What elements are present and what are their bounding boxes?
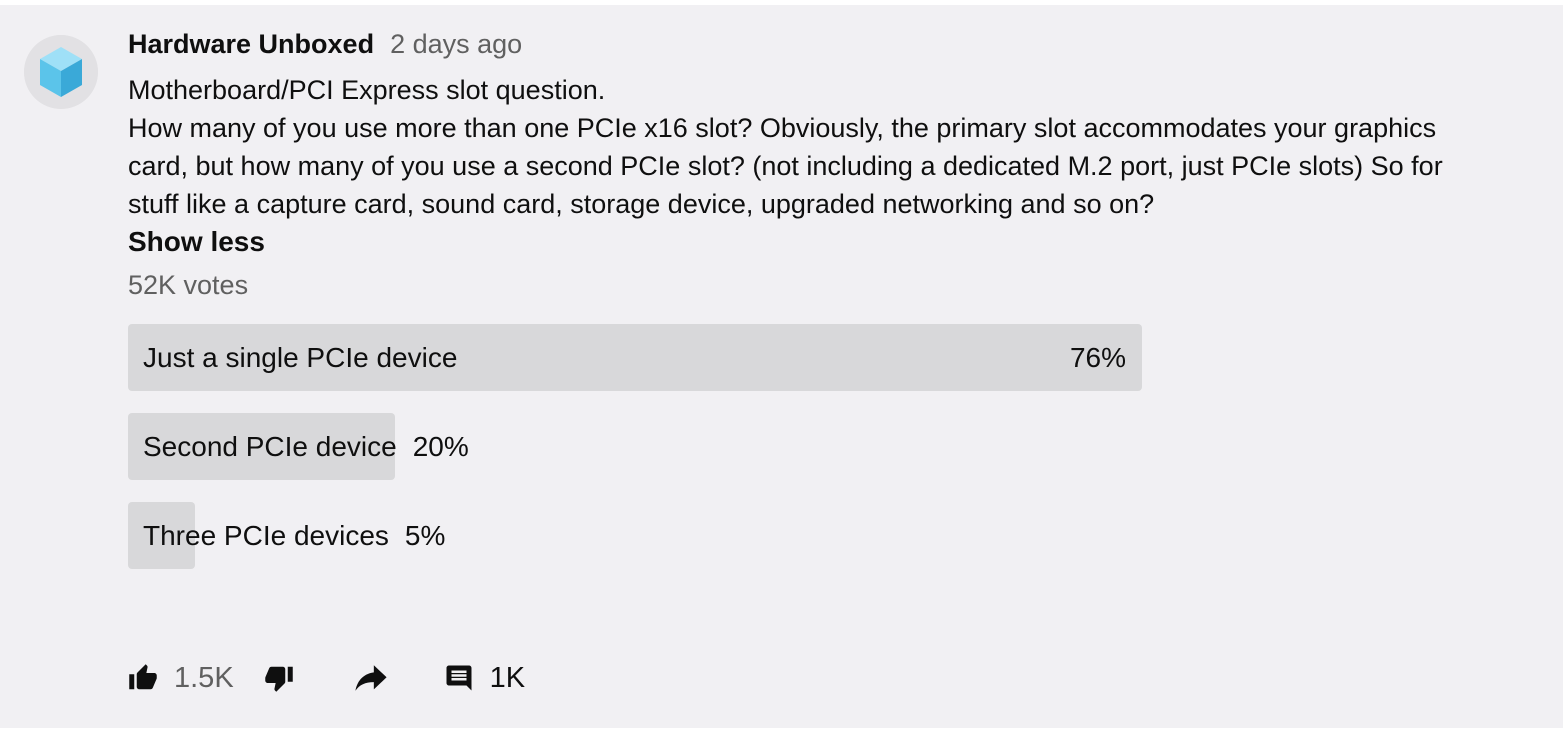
comment-icon	[446, 665, 472, 691]
channel-name[interactable]: Hardware Unboxed	[128, 29, 374, 60]
thumbs-down-icon	[264, 666, 293, 692]
poll-option-label-container: Just a single PCIe device	[143, 324, 457, 391]
like-button[interactable]: 1.5K	[128, 662, 234, 695]
poll-option-label: Second PCIe device	[143, 430, 397, 462]
comment-count: 1K	[489, 661, 526, 694]
action-bar: 1.5K 1K	[128, 657, 525, 699]
vote-count: 52K votes	[128, 270, 249, 300]
poll-option-three[interactable]: Three PCIe devices 5%	[128, 502, 1142, 569]
post-content: Hardware Unboxed 2 days ago Motherboard/…	[128, 29, 1518, 591]
share-arrow-icon	[355, 665, 387, 691]
poll-option-percent: 5%	[404, 519, 446, 551]
post-timestamp[interactable]: 2 days ago	[390, 29, 522, 60]
poll-option-percent: 76%	[1069, 341, 1126, 373]
show-less-button[interactable]: Show less	[128, 223, 265, 261]
post-title: Motherboard/PCI Express slot question.	[128, 75, 606, 105]
community-post-card: Hardware Unboxed 2 days ago Motherboard/…	[0, 5, 1563, 728]
cube-logo-icon	[24, 35, 98, 109]
poll-option-label: Just a single PCIe device	[143, 341, 458, 373]
dislike-button[interactable]	[264, 663, 294, 693]
poll-option-label-container: Second PCIe device 20%	[143, 413, 469, 480]
poll-option-label-container: Three PCIe devices 5%	[143, 502, 445, 569]
poll-option-label: Three PCIe devices	[143, 519, 389, 551]
post-body: How many of you use more than one PCIe x…	[128, 113, 1443, 219]
like-count: 1.5K	[174, 661, 234, 694]
comment-button[interactable]: 1K	[444, 662, 525, 695]
share-button[interactable]	[352, 661, 390, 695]
poll-option-single[interactable]: Just a single PCIe device 76%	[128, 324, 1142, 391]
thumbs-up-icon	[129, 664, 157, 690]
channel-avatar[interactable]	[24, 35, 98, 109]
poll-option-percent: 20%	[412, 430, 469, 462]
poll-option-second[interactable]: Second PCIe device 20%	[128, 413, 1142, 480]
poll: Just a single PCIe device 76% Second PCI…	[128, 324, 1142, 569]
post-header: Hardware Unboxed 2 days ago	[128, 29, 1518, 71]
